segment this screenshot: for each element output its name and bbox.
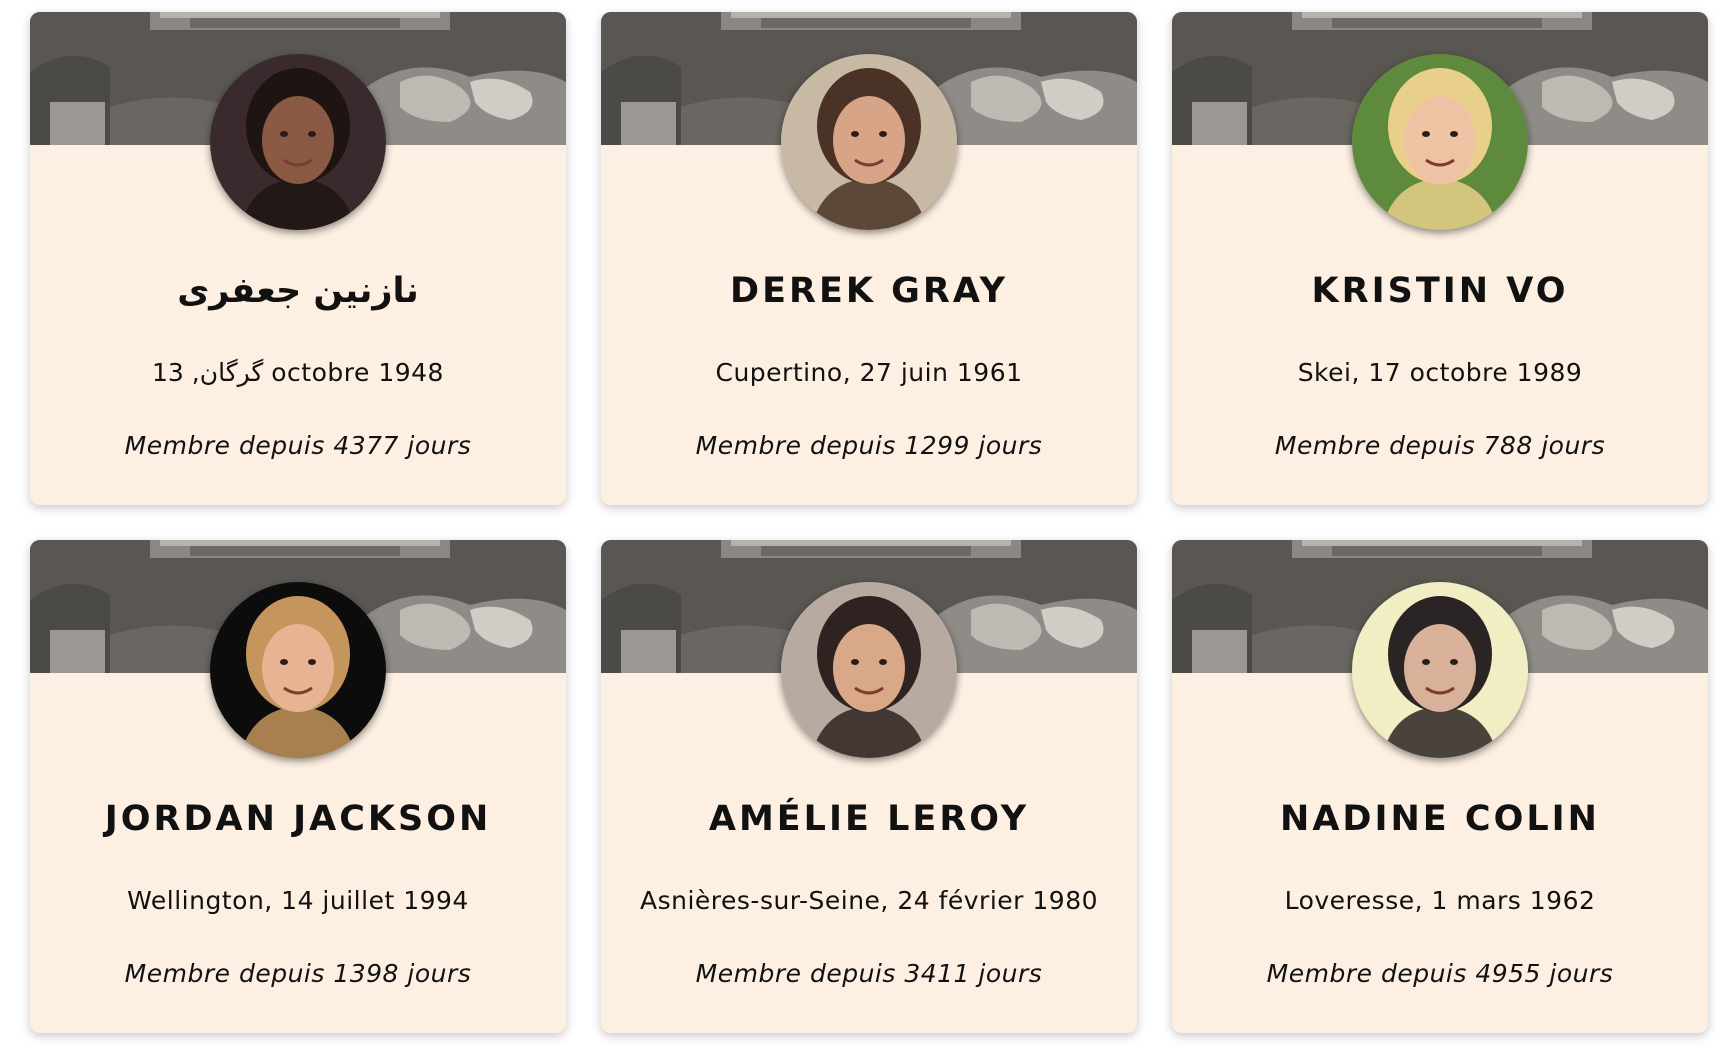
profile-name: AMÉLIE LEROY	[708, 799, 1030, 839]
member-since-suffix: jours	[1541, 431, 1606, 460]
avatar	[781, 582, 957, 758]
profile-name: NADINE COLIN	[1280, 799, 1600, 839]
member-since-suffix: jours	[407, 431, 472, 460]
member-since-prefix: Membre depuis	[124, 431, 325, 460]
member-days-count: 4377	[333, 431, 399, 460]
profile-name: KRISTIN VO	[1311, 271, 1569, 311]
profile-card[interactable]: JORDAN JACKSON Wellington, 14 juillet 19…	[30, 540, 566, 1033]
member-since-prefix: Membre depuis	[1274, 431, 1476, 460]
profile-origin: گرگان, 13 octobre 1948	[152, 358, 444, 387]
profile-name: DEREK GRAY	[730, 271, 1008, 311]
member-since-suffix: jours	[1549, 959, 1614, 988]
member-since-suffix: jours	[978, 959, 1043, 988]
profile-card[interactable]: AMÉLIE LEROY Asnières-sur-Seine, 24 févr…	[601, 540, 1137, 1033]
avatar	[1352, 582, 1528, 758]
member-since: Membre depuis 4377 jours	[30, 433, 566, 458]
profile-card[interactable]: KRISTIN VO Skei, 17 octobre 1989 Membre …	[1172, 12, 1708, 505]
profile-origin: Wellington, 14 juillet 1994	[127, 886, 469, 915]
member-since: Membre depuis 788 jours	[1172, 433, 1708, 458]
member-since-suffix: jours	[407, 959, 472, 988]
member-since-suffix: jours	[978, 431, 1043, 460]
member-since-prefix: Membre depuis	[124, 959, 325, 988]
profile-name: JORDAN JACKSON	[104, 799, 492, 839]
avatar	[210, 582, 386, 758]
member-since: Membre depuis 1398 jours	[30, 961, 566, 986]
member-since-prefix: Membre depuis	[1266, 959, 1467, 988]
avatar	[781, 54, 957, 230]
member-days-count: 3411	[904, 959, 970, 988]
profile-card[interactable]: نازنین جعفری گرگان, 13 octobre 1948 Memb…	[30, 12, 566, 505]
member-since: Membre depuis 4955 jours	[1172, 961, 1708, 986]
member-days-count: 788	[1483, 431, 1533, 460]
member-days-count: 1299	[904, 431, 970, 460]
profile-origin: Loveresse, 1 mars 1962	[1284, 886, 1596, 915]
member-since-prefix: Membre depuis	[695, 959, 896, 988]
profile-origin: Asnières-sur-Seine, 24 février 1980	[639, 886, 1099, 915]
member-since-prefix: Membre depuis	[695, 431, 896, 460]
avatar	[210, 54, 386, 230]
profile-card[interactable]: NADINE COLIN Loveresse, 1 mars 1962 Memb…	[1172, 540, 1708, 1033]
member-days-count: 4955	[1475, 959, 1541, 988]
profile-name: نازنین جعفری	[177, 271, 419, 311]
member-since: Membre depuis 1299 jours	[601, 433, 1137, 458]
profile-origin: Skei, 17 octobre 1989	[1297, 358, 1583, 387]
avatar	[1352, 54, 1528, 230]
member-days-count: 1398	[333, 959, 399, 988]
profile-card[interactable]: DEREK GRAY Cupertino, 27 juin 1961 Membr…	[601, 12, 1137, 505]
member-since: Membre depuis 3411 jours	[601, 961, 1137, 986]
profile-origin: Cupertino, 27 juin 1961	[715, 358, 1023, 387]
profile-grid: نازنین جعفری گرگان, 13 octobre 1948 Memb…	[30, 12, 1708, 1033]
